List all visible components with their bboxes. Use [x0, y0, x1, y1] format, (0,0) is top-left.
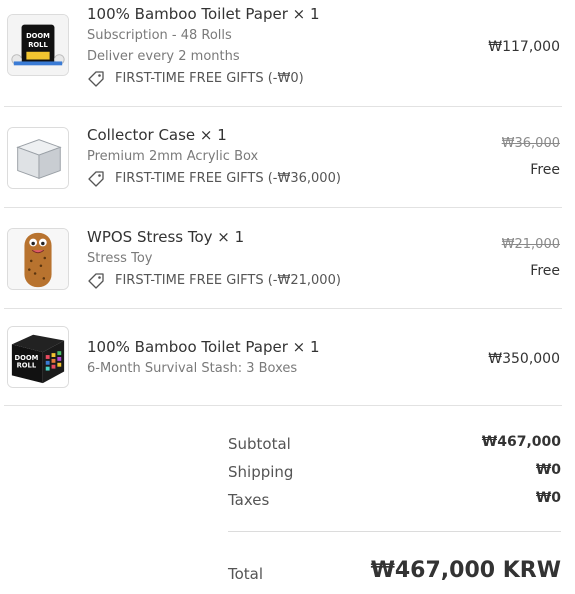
- item-price: ₩350,000: [488, 351, 560, 367]
- divider: [4, 308, 562, 309]
- product-thumbnail: [7, 228, 69, 290]
- divider: [4, 405, 562, 406]
- tag-icon: [87, 272, 105, 289]
- original-price: ₩36,000: [501, 136, 560, 151]
- summary-divider: [228, 531, 561, 532]
- divider: [4, 207, 562, 208]
- discount-label: FIRST-TIME FREE GIFTS (-₩36,000): [115, 171, 341, 186]
- item-delivery: Deliver every 2 months: [87, 49, 240, 64]
- item-variant: 6-Month Survival Stash: 3 Boxes: [87, 361, 298, 376]
- svg-text:ROLL: ROLL: [17, 362, 37, 370]
- original-price: ₩21,000: [501, 237, 560, 252]
- item-price: ₩117,000: [488, 39, 560, 55]
- total-value: ₩467,000 KRW: [370, 558, 561, 583]
- doom-roll-cube-icon: DOOM ROLL: [8, 327, 68, 387]
- shipping-label: Shipping: [228, 463, 294, 481]
- item-variant: Premium 2mm Acrylic Box: [87, 149, 259, 164]
- item-price: Free: [530, 263, 560, 279]
- item-title: Collector Case × 1: [87, 126, 227, 144]
- toilet-paper-box-icon: DOOM ROLL: [8, 15, 68, 75]
- taxes-label: Taxes: [228, 491, 270, 509]
- discount-line: FIRST-TIME FREE GIFTS (-₩36,000): [87, 170, 341, 187]
- svg-text:ROLL: ROLL: [28, 41, 48, 49]
- discount-label: FIRST-TIME FREE GIFTS (-₩21,000): [115, 273, 341, 288]
- taxes-value: ₩0: [535, 490, 561, 506]
- shipping-value: ₩0: [535, 462, 561, 478]
- product-thumbnail: DOOM ROLL: [7, 14, 69, 76]
- tag-icon: [87, 70, 105, 87]
- order-summary: DOOM ROLL 100% Bamboo Toilet Paper × 1 S…: [0, 0, 575, 594]
- stress-toy-icon: [8, 229, 68, 289]
- subtotal-value: ₩467,000: [481, 434, 561, 450]
- divider: [4, 106, 562, 107]
- item-title: 100% Bamboo Toilet Paper × 1: [87, 338, 320, 356]
- discount-label: FIRST-TIME FREE GIFTS (-₩0): [115, 71, 304, 86]
- subtotal-label: Subtotal: [228, 435, 291, 453]
- item-title: WPOS Stress Toy × 1: [87, 228, 245, 246]
- item-variant: Stress Toy: [87, 251, 153, 266]
- item-variant: Subscription - 48 Rolls: [87, 28, 232, 43]
- item-price: Free: [530, 162, 560, 178]
- discount-line: FIRST-TIME FREE GIFTS (-₩0): [87, 70, 320, 87]
- acrylic-cube-icon: [8, 128, 68, 188]
- total-label: Total: [228, 565, 264, 583]
- tag-icon: [87, 170, 105, 187]
- item-title: 100% Bamboo Toilet Paper × 1: [87, 5, 320, 23]
- thumb-text: DOOM: [26, 32, 50, 40]
- product-thumbnail: [7, 127, 69, 189]
- discount-line: FIRST-TIME FREE GIFTS (-₩21,000): [87, 272, 341, 289]
- product-thumbnail: DOOM ROLL: [7, 326, 69, 388]
